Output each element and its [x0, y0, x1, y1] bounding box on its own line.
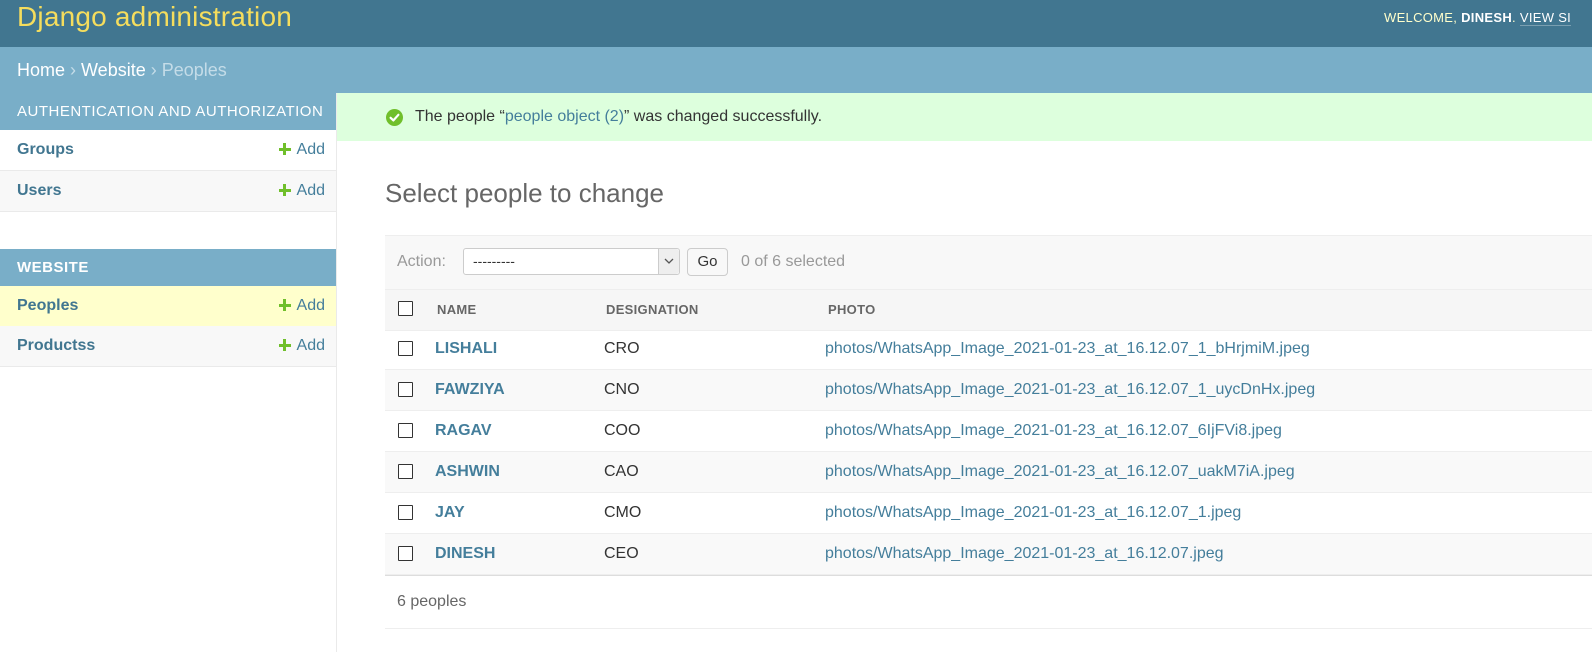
- table-row: RAGAV COO photos/WhatsApp_Image_2021-01-…: [385, 411, 1592, 452]
- actions-bar: Action: --------- Go 0 of 6 selected: [385, 235, 1592, 289]
- row-designation: COO: [604, 422, 641, 439]
- result-count: 6 peoples: [397, 593, 467, 610]
- table-row: DINESH CEO photos/WhatsApp_Image_2021-01…: [385, 534, 1592, 575]
- breadcrumb-home[interactable]: Home: [17, 60, 65, 80]
- select-all-checkbox[interactable]: [398, 301, 413, 316]
- row-name-link[interactable]: ASHWIN: [435, 452, 500, 492]
- add-label: Add: [296, 141, 325, 158]
- peoples-link[interactable]: Peoples: [17, 286, 78, 326]
- sidebar-item-productss: Productss Add: [0, 326, 336, 367]
- table-row: FAWZIYA CNO photos/WhatsApp_Image_2021-0…: [385, 370, 1592, 411]
- column-header-name[interactable]: Name: [437, 302, 476, 317]
- module-caption-label: Website: [17, 259, 89, 276]
- row-photo-link[interactable]: photos/WhatsApp_Image_2021-01-23_at_16.1…: [825, 534, 1224, 574]
- action-select[interactable]: ---------: [463, 248, 680, 275]
- row-name-link[interactable]: RAGAV: [435, 411, 492, 451]
- add-label: Add: [296, 297, 325, 314]
- sidebar-item-users: Users Add: [0, 171, 336, 212]
- column-header-designation[interactable]: Designation: [606, 302, 699, 317]
- row-designation: CRO: [604, 340, 640, 357]
- message-suffix: ” was changed successfully.: [624, 108, 823, 125]
- breadcrumb-website[interactable]: Website: [81, 60, 146, 80]
- breadcrumb-current: Peoples: [161, 60, 227, 80]
- add-productss-button[interactable]: Add: [278, 326, 325, 366]
- add-label: Add: [296, 182, 325, 199]
- message-text: The people “people object (2)” was chang…: [415, 93, 822, 141]
- user-tools: WELCOME, DINESH. VIEW SI: [1384, 10, 1572, 26]
- sidebar-nav: Authentication and Authorization Groups …: [0, 93, 337, 652]
- row-checkbox[interactable]: [398, 423, 413, 438]
- row-designation: CMO: [604, 504, 642, 521]
- row-photo-link[interactable]: photos/WhatsApp_Image_2021-01-23_at_16.1…: [825, 411, 1282, 451]
- message-prefix: The people “: [415, 108, 505, 125]
- row-checkbox[interactable]: [398, 505, 413, 520]
- table-row: ASHWIN CAO photos/WhatsApp_Image_2021-01…: [385, 452, 1592, 493]
- add-groups-button[interactable]: Add: [278, 130, 325, 170]
- breadcrumb-separator: ›: [70, 60, 77, 80]
- module-caption-auth[interactable]: Authentication and Authorization: [0, 93, 336, 130]
- action-label: Action:: [397, 253, 446, 270]
- row-photo-link[interactable]: photos/WhatsApp_Image_2021-01-23_at_16.1…: [825, 370, 1315, 410]
- row-photo-link[interactable]: photos/WhatsApp_Image_2021-01-23_at_16.1…: [825, 329, 1310, 369]
- chevron-down-icon[interactable]: [658, 249, 679, 274]
- breadcrumb: Home › Website › Peoples: [0, 47, 1592, 93]
- header: Django administration WELCOME, DINESH. V…: [0, 0, 1592, 47]
- row-checkbox[interactable]: [398, 546, 413, 561]
- add-users-button[interactable]: Add: [278, 171, 325, 211]
- plus-icon: [278, 143, 291, 155]
- plus-icon: [278, 299, 291, 311]
- module-caption-website[interactable]: Website: [0, 249, 336, 286]
- sidebar-item-groups: Groups Add: [0, 130, 336, 171]
- row-name-link[interactable]: LISHALI: [435, 329, 497, 369]
- changed-object-link[interactable]: people object (2): [505, 108, 624, 125]
- plus-icon: [278, 339, 291, 351]
- module-caption-label: Authentication and Authorization: [17, 103, 324, 120]
- success-message: The people “people object (2)” was chang…: [337, 93, 1592, 141]
- row-designation: CNO: [604, 381, 640, 398]
- row-checkbox[interactable]: [398, 464, 413, 479]
- selection-counter: 0 of 6 selected: [741, 253, 846, 270]
- site-brand[interactable]: Django administration: [17, 1, 292, 33]
- groups-link[interactable]: Groups: [17, 130, 74, 170]
- row-photo-link[interactable]: photos/WhatsApp_Image_2021-01-23_at_16.1…: [825, 493, 1241, 533]
- username: DINESH: [1461, 10, 1513, 25]
- add-label: Add: [296, 337, 325, 354]
- plus-icon: [278, 184, 291, 196]
- users-link[interactable]: Users: [17, 171, 61, 211]
- sidebar-item-peoples: Peoples Add: [0, 286, 336, 327]
- row-photo-link[interactable]: photos/WhatsApp_Image_2021-01-23_at_16.1…: [825, 452, 1295, 492]
- action-select-value: ---------: [473, 253, 515, 269]
- table-row: LISHALI CRO photos/WhatsApp_Image_2021-0…: [385, 329, 1592, 370]
- table-header: Name Designation Photo: [385, 289, 1592, 331]
- table-row: JAY CMO photos/WhatsApp_Image_2021-01-23…: [385, 493, 1592, 534]
- row-name-link[interactable]: FAWZIYA: [435, 370, 505, 410]
- welcome-text: WELCOME,: [1384, 10, 1458, 25]
- paginator: 6 peoples: [385, 575, 1592, 629]
- breadcrumb-separator: ›: [150, 60, 157, 80]
- row-designation: CAO: [604, 463, 639, 480]
- check-circle-icon: [386, 109, 403, 126]
- row-name-link[interactable]: JAY: [435, 493, 465, 533]
- row-checkbox[interactable]: [398, 341, 413, 356]
- column-header-photo[interactable]: Photo: [828, 302, 876, 317]
- add-peoples-button[interactable]: Add: [278, 286, 325, 326]
- page-title: Select people to change: [385, 178, 664, 208]
- view-site-link[interactable]: VIEW SI: [1519, 10, 1572, 26]
- row-checkbox[interactable]: [398, 382, 413, 397]
- go-button[interactable]: Go: [687, 248, 728, 276]
- row-designation: CEO: [604, 545, 639, 562]
- productss-link[interactable]: Productss: [17, 326, 95, 366]
- row-name-link[interactable]: DINESH: [435, 534, 495, 574]
